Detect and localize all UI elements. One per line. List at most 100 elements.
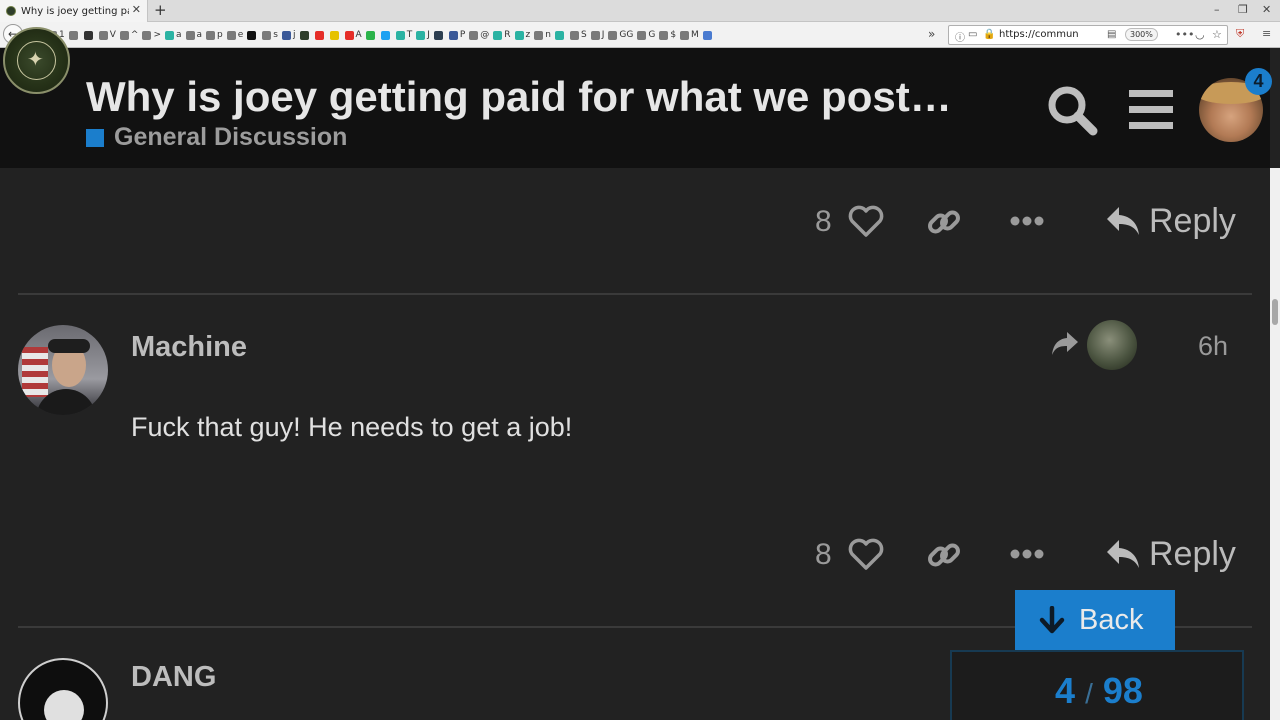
pocket-icon[interactable]: ◡: [1195, 28, 1205, 41]
topic-timeline: 4 / 98: [950, 650, 1244, 720]
bookmark-item[interactable]: [329, 30, 341, 40]
bookmark-item[interactable]: [380, 30, 392, 40]
bookmark-item[interactable]: [555, 30, 566, 40]
bookmark-item[interactable]: [83, 30, 95, 40]
like-count[interactable]: 8: [815, 538, 832, 572]
username[interactable]: DANG: [131, 661, 216, 694]
bookmark-item[interactable]: p: [206, 30, 223, 40]
bookmark-item[interactable]: S: [570, 30, 587, 40]
reply-arrow-icon[interactable]: [1105, 538, 1141, 570]
bookmark-item[interactable]: M: [680, 30, 699, 40]
heart-icon[interactable]: [848, 537, 884, 571]
topic-title[interactable]: Why is joey getting paid for what we pos…: [86, 74, 966, 120]
bookmark-item[interactable]: [433, 30, 445, 40]
bookmark-icon: [514, 30, 524, 40]
minimize-icon[interactable]: –: [1214, 3, 1220, 16]
bookmark-icon: [493, 30, 503, 40]
scrollbar-thumb[interactable]: [1272, 299, 1278, 325]
bookmark-item[interactable]: P: [448, 30, 465, 40]
bookmark-item[interactable]: J: [416, 30, 430, 40]
new-tab-button[interactable]: +: [154, 1, 167, 19]
bookmark-item[interactable]: [702, 30, 714, 40]
bookmark-item[interactable]: [365, 30, 377, 40]
bookmarks-overflow-icon[interactable]: »: [928, 27, 935, 41]
bookmark-item[interactable]: G: [637, 30, 655, 40]
bookmark-item[interactable]: [314, 30, 326, 40]
link-icon[interactable]: [926, 537, 962, 573]
bookmark-item[interactable]: a: [185, 30, 202, 40]
shield-extension-icon[interactable]: ⛨: [1236, 27, 1244, 41]
bookmark-label: G: [648, 30, 656, 40]
lock-icon[interactable]: 🔒: [983, 29, 995, 40]
permissions-icon[interactable]: ▭: [968, 29, 977, 40]
progress-separator: /: [1085, 678, 1093, 709]
post-time[interactable]: 6h: [1198, 331, 1228, 362]
bookmark-item[interactable]: [247, 30, 258, 40]
bookmark-item[interactable]: @: [469, 30, 489, 40]
browser-tab[interactable]: Why is joey getting paid ✕: [0, 0, 148, 22]
bookmark-item[interactable]: GG: [608, 30, 633, 40]
bookmark-label: e: [237, 30, 244, 40]
bookmark-item[interactable]: ^: [119, 30, 138, 40]
site-logo[interactable]: ✦: [3, 27, 70, 94]
reply-to-arrow-icon[interactable]: [1050, 330, 1080, 358]
url-bar[interactable]: ⓘ ▭ 🔒 https://community ▤ 300% ••• ◡ ☆: [948, 25, 1228, 45]
bookmark-item[interactable]: [68, 30, 80, 40]
bookmark-item[interactable]: s: [262, 30, 278, 40]
category-color-icon: [86, 128, 104, 147]
bookmark-icon: [329, 30, 339, 40]
bookmark-label: p: [217, 30, 223, 40]
bookmark-item[interactable]: J: [590, 30, 604, 40]
browser-tab-bar: Why is joey getting paid ✕ + – ❐ ✕: [0, 0, 1280, 22]
bookmark-icon: [185, 30, 195, 40]
heart-icon[interactable]: [848, 204, 884, 238]
reader-view-icon[interactable]: ▤: [1107, 29, 1116, 40]
bookmark-icon: [570, 30, 579, 40]
post-body: Fuck that guy! He needs to get a job!: [131, 412, 573, 442]
category-badge[interactable]: General Discussion: [86, 123, 347, 152]
arrow-down-icon: [1039, 606, 1065, 634]
reply-to-avatar[interactable]: [1087, 320, 1137, 370]
bookmark-item[interactable]: T: [395, 30, 412, 40]
bookmark-item[interactable]: n: [534, 30, 551, 40]
back-label: Back: [1079, 603, 1144, 636]
bookmark-item[interactable]: >: [142, 30, 161, 40]
info-icon[interactable]: ⓘ: [955, 29, 965, 44]
reply-button[interactable]: Reply: [1149, 202, 1236, 241]
bookmark-item[interactable]: R: [493, 30, 511, 40]
reply-button[interactable]: Reply: [1149, 535, 1236, 574]
more-options-icon[interactable]: [1010, 214, 1044, 228]
bookmark-item[interactable]: j: [282, 30, 296, 40]
url-text[interactable]: https://community: [999, 29, 1079, 40]
back-button[interactable]: Back: [1015, 590, 1175, 650]
user-avatar-machine[interactable]: [18, 325, 108, 415]
search-icon[interactable]: [1046, 84, 1098, 136]
hamburger-menu-icon[interactable]: [1129, 90, 1173, 130]
close-window-icon[interactable]: ✕: [1262, 3, 1271, 16]
bookmark-item[interactable]: V: [98, 30, 116, 40]
restore-icon[interactable]: ❐: [1238, 3, 1248, 16]
bookmark-item[interactable]: e: [226, 30, 244, 40]
zoom-level[interactable]: 300%: [1125, 28, 1158, 41]
like-count[interactable]: 8: [815, 205, 832, 239]
notification-badge[interactable]: 4: [1245, 68, 1272, 95]
bookmark-item[interactable]: a: [165, 30, 182, 40]
reply-arrow-icon[interactable]: [1105, 205, 1141, 237]
bookmark-item[interactable]: A: [344, 30, 362, 40]
snake-emblem-icon: [44, 690, 84, 720]
more-options-icon[interactable]: [1010, 547, 1044, 561]
tab-title: Why is joey getting paid: [21, 5, 129, 17]
page-scrollbar[interactable]: [1270, 168, 1280, 720]
menu-icon[interactable]: ≡: [1262, 27, 1271, 40]
bookmark-label: V: [109, 30, 116, 40]
username[interactable]: Machine: [131, 331, 247, 364]
bookmark-item[interactable]: $: [659, 30, 676, 40]
page-actions-icon[interactable]: •••: [1175, 28, 1194, 41]
bookmark-item[interactable]: z: [514, 30, 530, 40]
post-progress[interactable]: 4 / 98: [952, 670, 1246, 712]
link-icon[interactable]: [926, 204, 962, 240]
bookmark-item[interactable]: [299, 30, 311, 40]
bookmark-star-icon[interactable]: ☆: [1212, 28, 1222, 41]
tab-close-icon[interactable]: ✕: [132, 3, 141, 16]
user-avatar-dang[interactable]: [18, 658, 108, 720]
